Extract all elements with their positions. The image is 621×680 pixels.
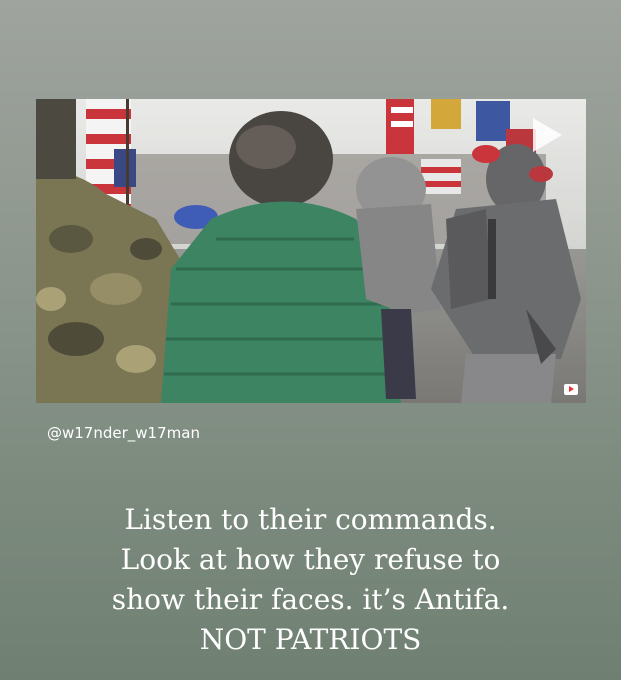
play-icon[interactable] <box>530 118 562 152</box>
video-thumbnail[interactable] <box>36 99 586 403</box>
caption-line: Listen to their commands. <box>124 503 497 536</box>
story-view: @w17nder_w17man Listen to their commands… <box>0 0 621 680</box>
attribution-username[interactable]: @w17nder_w17man <box>47 424 200 442</box>
caption-line: NOT PATRIOTS <box>199 623 422 656</box>
video-frame-image <box>36 99 586 403</box>
caption-line: show their faces. it’s Antifa. <box>111 583 510 616</box>
caption-line: Look at how they refuse to <box>120 543 501 576</box>
story-caption: Listen to their commands. Look at how th… <box>0 500 621 660</box>
video-badge-icon <box>564 384 578 395</box>
